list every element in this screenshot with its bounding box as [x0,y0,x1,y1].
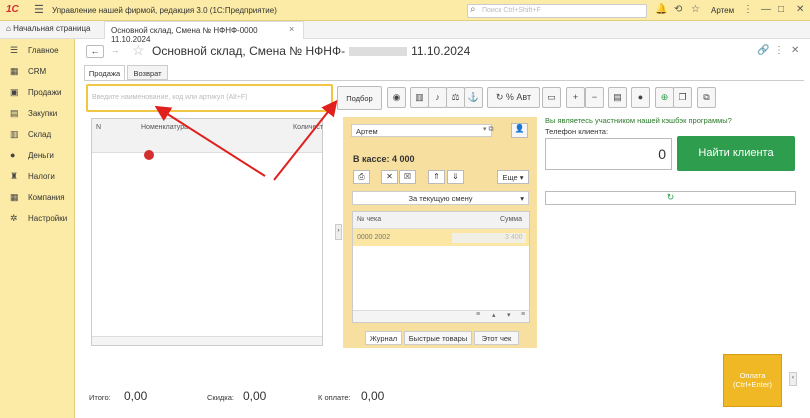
arrow-to-barcode-input [154,105,266,177]
arrow-to-selection-button [273,99,338,181]
annotation-arrows [154,99,338,181]
